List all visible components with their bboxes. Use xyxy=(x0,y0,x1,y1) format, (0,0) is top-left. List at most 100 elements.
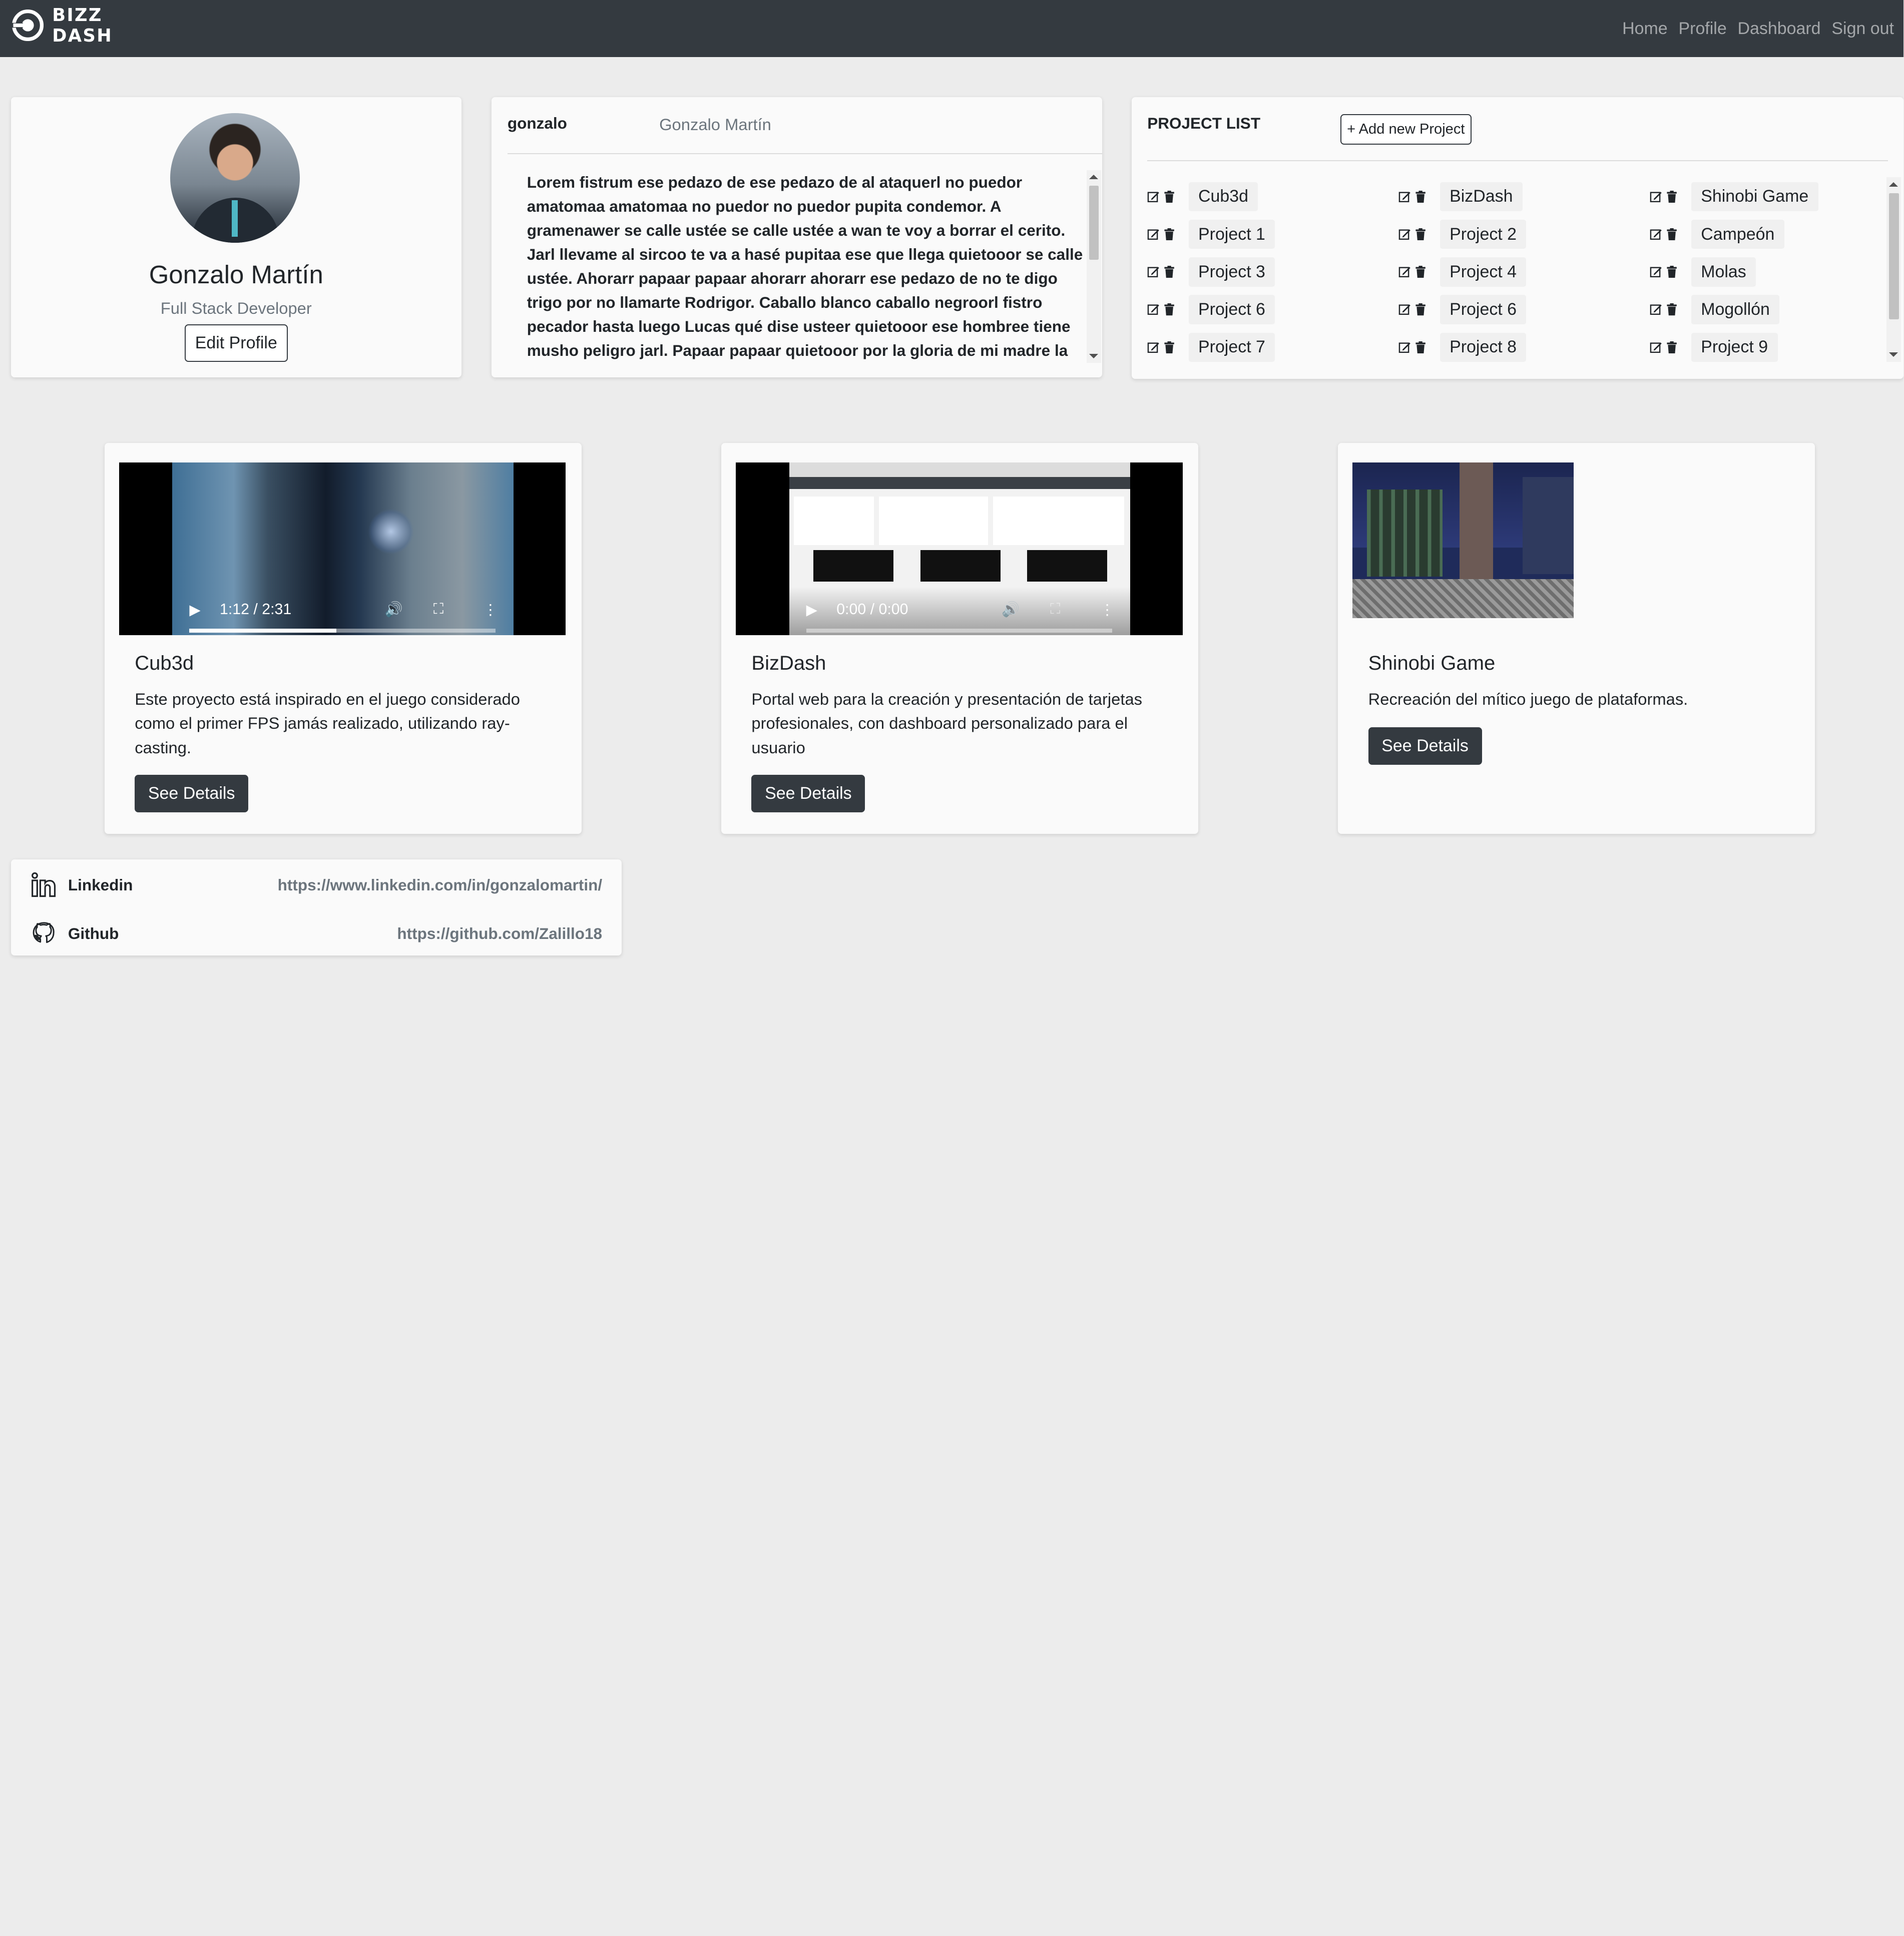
brand-line2: DASH xyxy=(52,25,113,46)
edit-icon[interactable] xyxy=(1147,341,1159,353)
video-progress-bar[interactable] xyxy=(189,629,496,633)
social-label: Github xyxy=(68,924,119,942)
project-list-name[interactable]: Project 8 xyxy=(1440,332,1527,362)
trash-icon[interactable] xyxy=(1414,190,1426,203)
play-icon[interactable]: ▶ xyxy=(806,601,817,619)
video-time: 0:00 / 0:00 xyxy=(836,601,908,618)
nav-dashboard-link[interactable]: Dashboard xyxy=(1738,19,1821,39)
divider xyxy=(507,153,1103,154)
scrollbar-thumb[interactable] xyxy=(1089,186,1099,260)
project-list-name[interactable]: Project 6 xyxy=(1188,295,1275,324)
avatar xyxy=(170,113,300,243)
edit-icon[interactable] xyxy=(1147,303,1159,315)
project-list-name[interactable]: Mogollón xyxy=(1691,295,1780,324)
edit-icon[interactable] xyxy=(1650,191,1662,203)
edit-icon[interactable] xyxy=(1147,191,1159,203)
edit-icon[interactable] xyxy=(1398,191,1411,203)
navbar: BIZZ DASH Home Profile Dashboard Sign ou… xyxy=(0,0,1904,57)
edit-profile-button[interactable]: Edit Profile xyxy=(184,324,288,362)
edit-icon[interactable] xyxy=(1650,303,1662,315)
trash-icon[interactable] xyxy=(1414,341,1426,353)
scroll-down-icon[interactable] xyxy=(1089,353,1098,358)
play-icon[interactable]: ▶ xyxy=(189,601,200,619)
scrollbar-thumb[interactable] xyxy=(1889,193,1899,319)
project-list-name[interactable]: Project 1 xyxy=(1188,219,1275,249)
project-description: Portal web para la creación y presentaci… xyxy=(751,689,1143,757)
edit-icon[interactable] xyxy=(1650,228,1662,240)
bizzdash-logo-icon xyxy=(12,10,44,42)
trash-icon[interactable] xyxy=(1163,341,1175,353)
project-list-item: Mogollón xyxy=(1650,293,1780,327)
project-list-item: Project 9 xyxy=(1650,330,1778,364)
trash-icon[interactable] xyxy=(1666,341,1678,353)
nav-signout-link[interactable]: Sign out xyxy=(1831,19,1894,39)
see-details-button[interactable]: See Details xyxy=(751,774,865,812)
project-card-shinobi: Shinobi Game Recreación del mítico juego… xyxy=(1338,443,1815,834)
project-list-name[interactable]: Molas xyxy=(1691,257,1756,287)
nav-home-link[interactable]: Home xyxy=(1622,19,1668,39)
project-list-name[interactable]: Cub3d xyxy=(1188,182,1258,212)
video-progress-bar[interactable] xyxy=(806,629,1112,633)
project-list-item: Shinobi Game xyxy=(1650,180,1818,214)
fullscreen-icon[interactable]: ⛶ xyxy=(1050,601,1060,618)
project-list-name[interactable]: Project 3 xyxy=(1188,257,1275,287)
project-description: Este proyecto está inspirado en el juego… xyxy=(135,689,520,757)
scroll-down-icon[interactable] xyxy=(1889,352,1898,357)
trash-icon[interactable] xyxy=(1414,266,1426,278)
edit-icon[interactable] xyxy=(1650,341,1662,353)
project-video[interactable]: ▶ 1:12 / 2:31 🔊 ⛶ ⋮ xyxy=(119,462,566,635)
project-list-name[interactable]: Project 9 xyxy=(1691,332,1778,362)
trash-icon[interactable] xyxy=(1163,266,1175,278)
edit-icon[interactable] xyxy=(1398,303,1411,315)
volume-icon[interactable]: 🔊 xyxy=(385,601,403,618)
trash-icon[interactable] xyxy=(1666,190,1678,203)
project-list-name[interactable]: Project 7 xyxy=(1188,332,1275,362)
volume-icon[interactable]: 🔊 xyxy=(1002,601,1020,618)
project-list-scrollbar[interactable] xyxy=(1886,177,1901,362)
trash-icon[interactable] xyxy=(1666,228,1678,241)
scroll-up-icon[interactable] xyxy=(1089,175,1098,180)
trash-icon[interactable] xyxy=(1666,303,1678,316)
project-list-name[interactable]: Project 4 xyxy=(1440,257,1527,287)
brand[interactable]: BIZZ DASH xyxy=(12,5,113,46)
project-list-card: PROJECT LIST + Add new Project Cub3d BizD… xyxy=(1131,97,1904,379)
project-list-title: PROJECT LIST xyxy=(1147,114,1261,132)
trash-icon[interactable] xyxy=(1163,303,1175,316)
add-project-button[interactable]: + Add new Project xyxy=(1340,114,1472,145)
project-list-name[interactable]: Campeón xyxy=(1691,219,1784,249)
project-list-name[interactable]: Project 2 xyxy=(1440,219,1527,249)
linkedin-link[interactable]: https://www.linkedin.com/in/gonzalomarti… xyxy=(278,876,602,894)
project-list-name[interactable]: BizDash xyxy=(1440,182,1523,212)
social-label: Linkedin xyxy=(68,875,133,894)
trash-icon[interactable] xyxy=(1414,228,1426,241)
social-row-github: Github https://github.com/Zalillo18 xyxy=(31,919,602,948)
scroll-up-icon[interactable] xyxy=(1889,182,1898,187)
more-options-icon[interactable]: ⋮ xyxy=(1100,601,1115,619)
trash-icon[interactable] xyxy=(1163,190,1175,203)
project-list-name[interactable]: Project 6 xyxy=(1440,295,1527,324)
trash-icon[interactable] xyxy=(1163,228,1175,241)
edit-icon[interactable] xyxy=(1650,266,1662,278)
project-list-item: BizDash xyxy=(1398,180,1523,214)
nav-profile-link[interactable]: Profile xyxy=(1679,19,1727,39)
edit-icon[interactable] xyxy=(1147,228,1159,240)
fullscreen-icon[interactable]: ⛶ xyxy=(433,601,443,618)
see-details-button[interactable]: See Details xyxy=(1368,727,1482,765)
see-details-button[interactable]: See Details xyxy=(135,774,249,812)
edit-icon[interactable] xyxy=(1398,228,1411,240)
project-video[interactable]: ▶ 0:00 / 0:00 🔊 ⛶ ⋮ xyxy=(735,462,1183,635)
edit-icon[interactable] xyxy=(1398,341,1411,353)
github-link[interactable]: https://github.com/Zalillo18 xyxy=(397,924,602,943)
project-list-name[interactable]: Shinobi Game xyxy=(1691,182,1818,212)
divider xyxy=(1147,160,1888,161)
project-title: Shinobi Game xyxy=(1368,652,1496,674)
profile-card: Gonzalo Martín Full Stack Developer Edit… xyxy=(11,97,461,378)
edit-icon[interactable] xyxy=(1147,266,1159,278)
more-options-icon[interactable]: ⋮ xyxy=(483,601,498,619)
profile-role: Full Stack Developer xyxy=(160,298,312,317)
trash-icon[interactable] xyxy=(1414,303,1426,316)
trash-icon[interactable] xyxy=(1666,266,1678,278)
about-scrollbar[interactable] xyxy=(1086,170,1101,363)
edit-icon[interactable] xyxy=(1398,266,1411,278)
about-card: gonzalo Gonzalo Martín Lorem fistrum ese… xyxy=(492,97,1103,378)
